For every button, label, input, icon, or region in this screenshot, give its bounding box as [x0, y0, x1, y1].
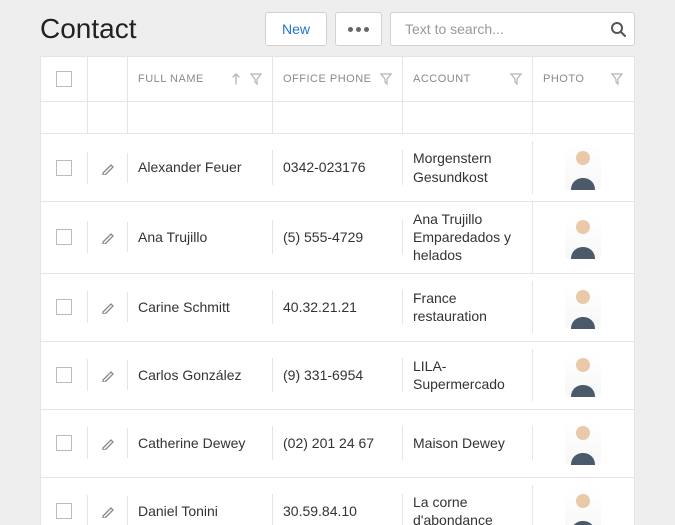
cell-office-phone: 0342-023176 [283, 158, 366, 176]
row-checkbox[interactable] [56, 160, 72, 176]
pencil-icon [101, 504, 115, 518]
filter-full-name[interactable] [128, 102, 273, 133]
table-row: Carlos González (9) 331-6954 LILA-Superm… [41, 342, 634, 410]
avatar [565, 215, 601, 259]
cell-full-name: Carine Schmitt [138, 298, 230, 316]
cell-full-name: Carlos González [138, 366, 242, 384]
cell-account: Maison Dewey [413, 434, 505, 452]
contacts-grid: FULL NAME OFFICE PHONE ACCOUNT PHOTO [40, 56, 635, 525]
search-icon [610, 21, 626, 37]
table-row: Carine Schmitt 40.32.21.21 France restau… [41, 274, 634, 342]
table-row: Ana Trujillo (5) 555-4729 Ana Trujillo E… [41, 202, 634, 274]
header-select-all[interactable] [41, 57, 88, 101]
pencil-icon [101, 436, 115, 450]
column-header-office-phone[interactable]: OFFICE PHONE [273, 57, 403, 101]
filter-icon[interactable] [380, 72, 392, 86]
column-header-account[interactable]: ACCOUNT [403, 57, 533, 101]
row-checkbox[interactable] [56, 367, 72, 383]
toolbar: Contact New [0, 0, 675, 56]
cell-office-phone: (02) 201 24 67 [283, 434, 374, 452]
pencil-icon [101, 368, 115, 382]
edit-row-button[interactable] [88, 360, 128, 390]
edit-row-button[interactable] [88, 292, 128, 322]
cell-account: Ana Trujillo Emparedados y helados [413, 210, 522, 265]
filter-icon[interactable] [250, 72, 262, 86]
cell-office-phone: 40.32.21.21 [283, 298, 357, 316]
more-actions-button[interactable] [335, 12, 382, 46]
pencil-icon [101, 230, 115, 244]
grid-filter-row [41, 102, 634, 134]
page-title: Contact [40, 13, 257, 45]
pencil-icon [101, 161, 115, 175]
checkbox[interactable] [56, 71, 72, 87]
cell-office-phone: (9) 331-6954 [283, 366, 363, 384]
cell-full-name: Ana Trujillo [138, 228, 207, 246]
edit-row-button[interactable] [88, 428, 128, 458]
ellipsis-icon [348, 27, 369, 32]
table-row: Alexander Feuer 0342-023176 Morgenstern … [41, 134, 634, 202]
search-box[interactable] [390, 12, 635, 46]
table-row: Daniel Tonini 30.59.84.10 La corne d'abo… [41, 478, 634, 525]
cell-account: France restauration [413, 289, 522, 325]
filter-account[interactable] [403, 102, 533, 133]
edit-row-button[interactable] [88, 496, 128, 525]
new-button[interactable]: New [265, 12, 327, 46]
avatar [565, 285, 601, 329]
edit-row-button[interactable] [88, 153, 128, 183]
cell-full-name: Alexander Feuer [138, 158, 242, 176]
cell-account: La corne d'abondance [413, 493, 522, 525]
header-edit-col [88, 57, 128, 101]
filter-icon[interactable] [611, 72, 623, 86]
row-checkbox[interactable] [56, 229, 72, 245]
avatar [565, 489, 601, 525]
row-checkbox[interactable] [56, 503, 72, 519]
grid-body: Alexander Feuer 0342-023176 Morgenstern … [41, 134, 634, 525]
cell-full-name: Daniel Tonini [138, 502, 218, 520]
filter-icon[interactable] [510, 72, 522, 86]
grid-header: FULL NAME OFFICE PHONE ACCOUNT PHOTO [41, 57, 634, 102]
column-header-full-name[interactable]: FULL NAME [128, 57, 273, 101]
cell-office-phone: (5) 555-4729 [283, 228, 363, 246]
filter-office-phone[interactable] [273, 102, 403, 133]
column-header-photo[interactable]: PHOTO [533, 57, 633, 101]
search-input[interactable] [403, 20, 610, 38]
cell-account: LILA-Supermercado [413, 357, 522, 393]
row-checkbox[interactable] [56, 435, 72, 451]
cell-office-phone: 30.59.84.10 [283, 502, 357, 520]
filter-photo[interactable] [533, 102, 633, 133]
sort-asc-icon[interactable] [230, 72, 242, 86]
cell-full-name: Catherine Dewey [138, 434, 245, 452]
avatar [565, 421, 601, 465]
avatar [565, 146, 601, 190]
row-checkbox[interactable] [56, 299, 72, 315]
pencil-icon [101, 300, 115, 314]
edit-row-button[interactable] [88, 222, 128, 252]
cell-account: Morgenstern Gesundkost [413, 149, 522, 185]
table-row: Catherine Dewey (02) 201 24 67 Maison De… [41, 410, 634, 478]
avatar [565, 353, 601, 397]
